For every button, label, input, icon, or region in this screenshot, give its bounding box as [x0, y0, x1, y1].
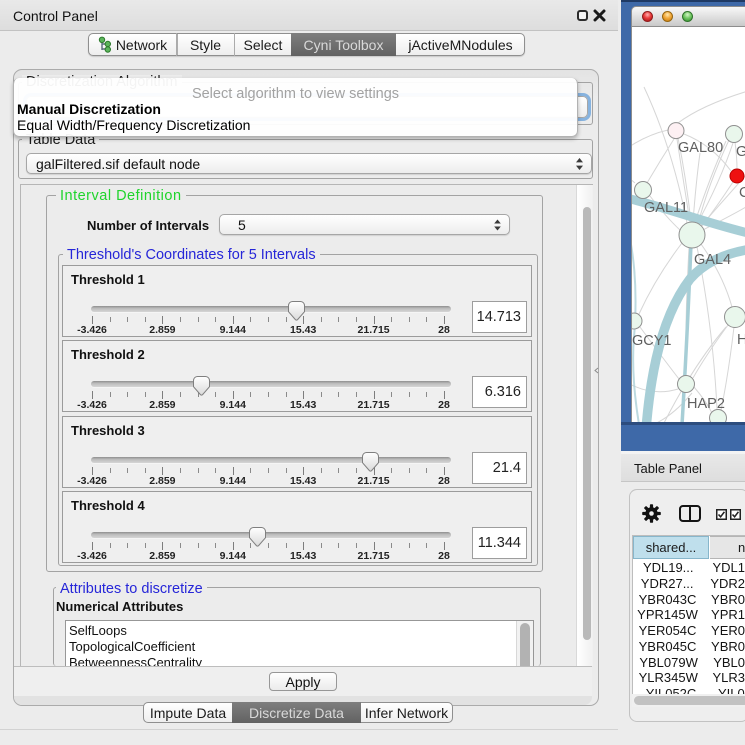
svg-text:G.: G.: [736, 144, 745, 160]
svg-text:GAL80: GAL80: [678, 140, 723, 156]
svg-text:GAL4: GAL4: [694, 252, 731, 268]
svg-text:HAP2: HAP2: [687, 396, 725, 412]
svg-text:C: C: [739, 185, 745, 201]
svg-text:GAL11: GAL11: [644, 200, 688, 216]
svg-text:GCY1: GCY1: [632, 333, 672, 349]
svg-text:H: H: [737, 332, 745, 348]
